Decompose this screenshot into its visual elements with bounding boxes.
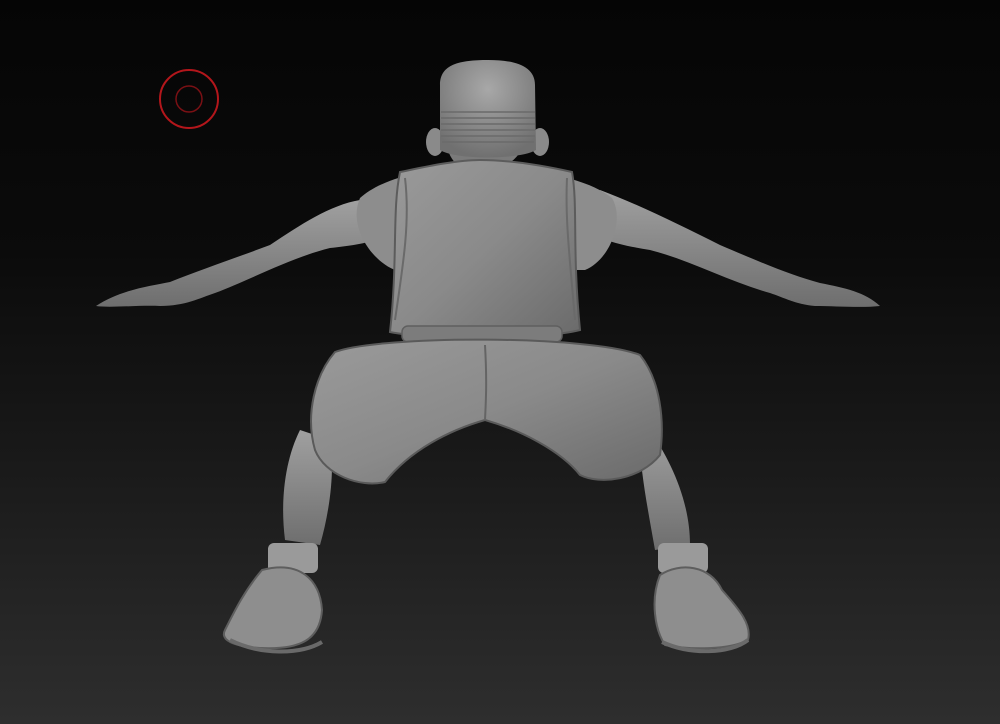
left-sneaker [222,543,324,654]
head [440,60,536,158]
jersey [388,158,582,339]
sculpt-model[interactable] [0,0,1000,724]
right-arm [585,190,880,307]
left-arm [96,200,392,307]
sculpt-viewport[interactable] [0,0,1000,724]
right-sneaker [653,543,750,654]
